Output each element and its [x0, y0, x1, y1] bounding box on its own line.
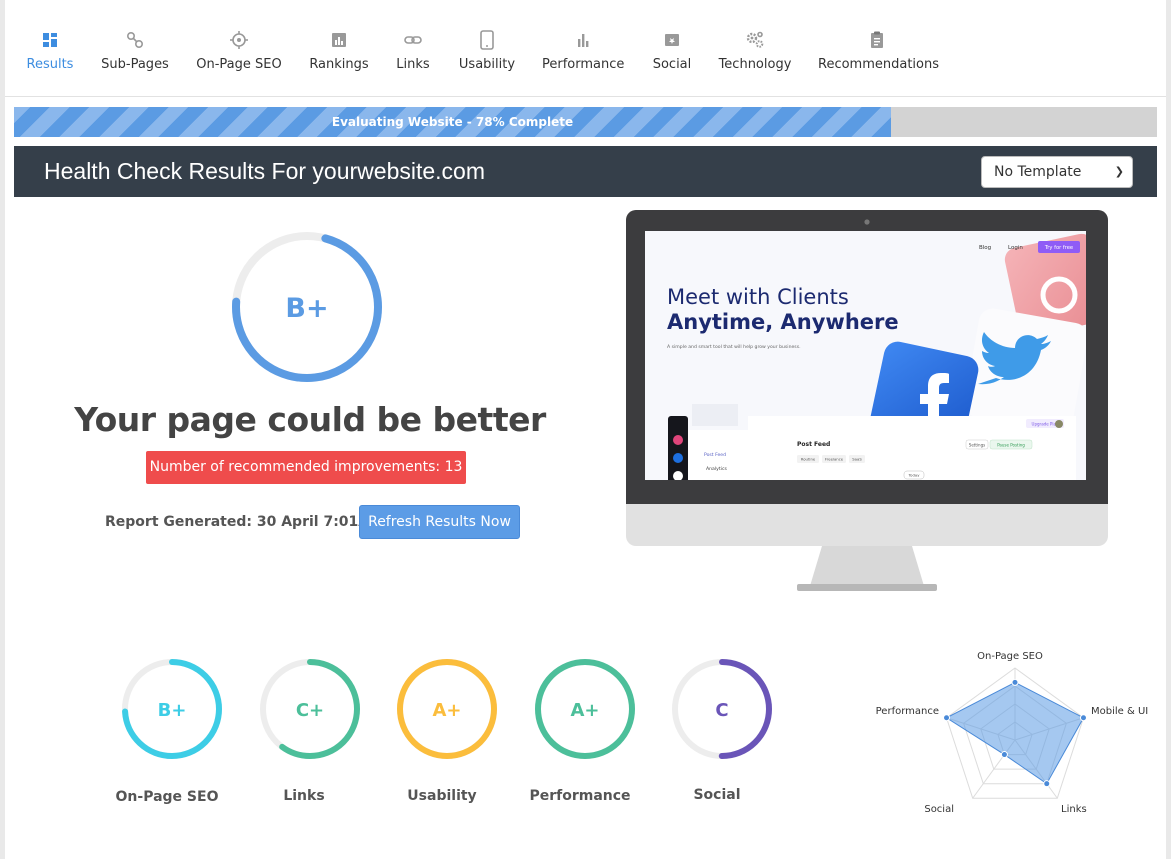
- target-icon: [230, 31, 248, 49]
- preview-chip: SaaS: [852, 457, 862, 462]
- category-grade-rings: B+ C+ A+ A+ C: [122, 659, 772, 759]
- tab-label: On-Page SEO: [196, 57, 282, 72]
- grade-ring-value: A+: [432, 700, 461, 721]
- radar-point: [1011, 678, 1019, 686]
- radar-axis-label: Social: [924, 804, 954, 815]
- clipboard-icon: [871, 31, 883, 48]
- grade-label-social: Social: [693, 787, 741, 803]
- overall-grade: B+: [285, 293, 328, 324]
- tab-label: Recommendations: [818, 57, 940, 72]
- tab-links[interactable]: Links: [395, 28, 431, 78]
- grade-ring-value: B+: [158, 700, 187, 721]
- grade-ring-value: A+: [570, 700, 599, 721]
- bar-chart-icon: [578, 34, 589, 47]
- radar-axis-label: Mobile & UI: [1091, 706, 1148, 717]
- grade-label-links: Links: [283, 788, 325, 804]
- overall-grade-ring: B+: [232, 232, 382, 382]
- improvements-badge: Number of recommended improvements: 13: [146, 451, 466, 484]
- category-radar-chart: On-Page SEO Mobile & UI Links Social Per…: [876, 651, 1149, 815]
- tab-label: Usability: [458, 57, 516, 72]
- chevron-down-icon: ❯: [1114, 165, 1124, 178]
- grade-ring-value: C+: [296, 700, 324, 721]
- grade-label-performance: Performance: [529, 788, 631, 804]
- tab-social[interactable]: Social: [649, 28, 695, 78]
- template-select[interactable]: No Template ❯: [981, 156, 1133, 188]
- preview-analytics-nav: Analytics: [706, 466, 727, 472]
- tab-technology[interactable]: Technology: [717, 28, 793, 78]
- radar-point: [943, 714, 951, 722]
- grid-icon: [43, 33, 57, 47]
- report-generated: Report Generated: 30 April 7:01AM: [105, 514, 384, 530]
- preview-headline-2: Anytime, Anywhere: [667, 310, 899, 334]
- preview-nav-blog: Blog: [979, 245, 991, 251]
- radar-axis-label: Performance: [876, 706, 939, 717]
- tablet-icon: [480, 30, 494, 50]
- tab-label: Performance: [542, 57, 625, 72]
- tab-label: Technology: [718, 57, 792, 72]
- tab-label: Links: [396, 57, 430, 72]
- radar-point: [1000, 751, 1008, 759]
- radar-axis-label: On-Page SEO: [977, 651, 1043, 662]
- preview-pause-posting: Pause Posting: [997, 443, 1025, 448]
- progress-label: Evaluating Website - 78% Complete: [331, 115, 574, 129]
- grade-label-usability: Usability: [407, 788, 477, 804]
- preview-subtext: A simple and smart tool that will help g…: [667, 344, 801, 350]
- page-title: Health Check Results For yourwebsite.com: [44, 158, 485, 184]
- tab-sub-pages[interactable]: Sub-Pages: [100, 28, 170, 78]
- preview-upgrade: Upgrade Plan: [1032, 422, 1059, 427]
- tab-on-page-seo[interactable]: On-Page SEO: [195, 28, 283, 78]
- preview-chip: Routine: [801, 457, 816, 462]
- refresh-results-button[interactable]: Refresh Results Now: [359, 505, 520, 539]
- tab-label: Sub-Pages: [101, 57, 169, 72]
- social-card-icon: [665, 34, 679, 46]
- evaluation-progress-bar: Evaluating Website - 78% Complete: [14, 107, 1157, 137]
- chain-link-icon: [404, 36, 422, 44]
- radar-point: [1079, 714, 1087, 722]
- preview-settings: Settings: [969, 443, 985, 448]
- tab-results[interactable]: Results: [25, 28, 75, 78]
- tab-usability[interactable]: Usability: [457, 28, 517, 78]
- preview-post-feed-nav: Post Feed: [704, 452, 726, 458]
- template-select-value: No Template: [994, 164, 1082, 180]
- preview-headline-1: Meet with Clients: [667, 285, 849, 309]
- grade-ring-value: C: [715, 700, 728, 721]
- summary-headline: Your page could be better: [74, 400, 546, 439]
- preview-nav-login: Login: [1008, 245, 1023, 251]
- gears-icon: [746, 31, 764, 48]
- tab-bar: Results Sub-Pages On-Page SEO Rankings L…: [5, 0, 1166, 97]
- tab-label: Results: [26, 57, 74, 72]
- tab-recommendations[interactable]: Recommendations: [818, 28, 940, 78]
- tab-label: Social: [652, 57, 692, 72]
- tab-rankings[interactable]: Rankings: [308, 28, 370, 78]
- progress-fill: Evaluating Website - 78% Complete: [14, 107, 891, 137]
- preview-nav-try: Try for free: [1044, 245, 1073, 251]
- app-frame: Results Sub-Pages On-Page SEO Rankings L…: [5, 0, 1166, 859]
- radar-point: [1043, 780, 1051, 788]
- preview-chip: Freelance: [825, 457, 844, 462]
- website-preview-monitor: Blog Login Try for free Meet with Client…: [626, 210, 1108, 591]
- tab-label: Rankings: [309, 57, 369, 72]
- bar-square-icon: [332, 33, 346, 47]
- results-header: Health Check Results For yourwebsite.com…: [14, 146, 1157, 197]
- radar-axis-label: Links: [1061, 804, 1087, 815]
- grade-label-on-page-seo: On-Page SEO: [115, 789, 219, 805]
- tab-performance[interactable]: Performance: [542, 28, 624, 78]
- preview-today: Today: [908, 473, 921, 478]
- preview-post-feed-title: Post Feed: [797, 441, 830, 448]
- link-nodes-icon: [126, 31, 144, 49]
